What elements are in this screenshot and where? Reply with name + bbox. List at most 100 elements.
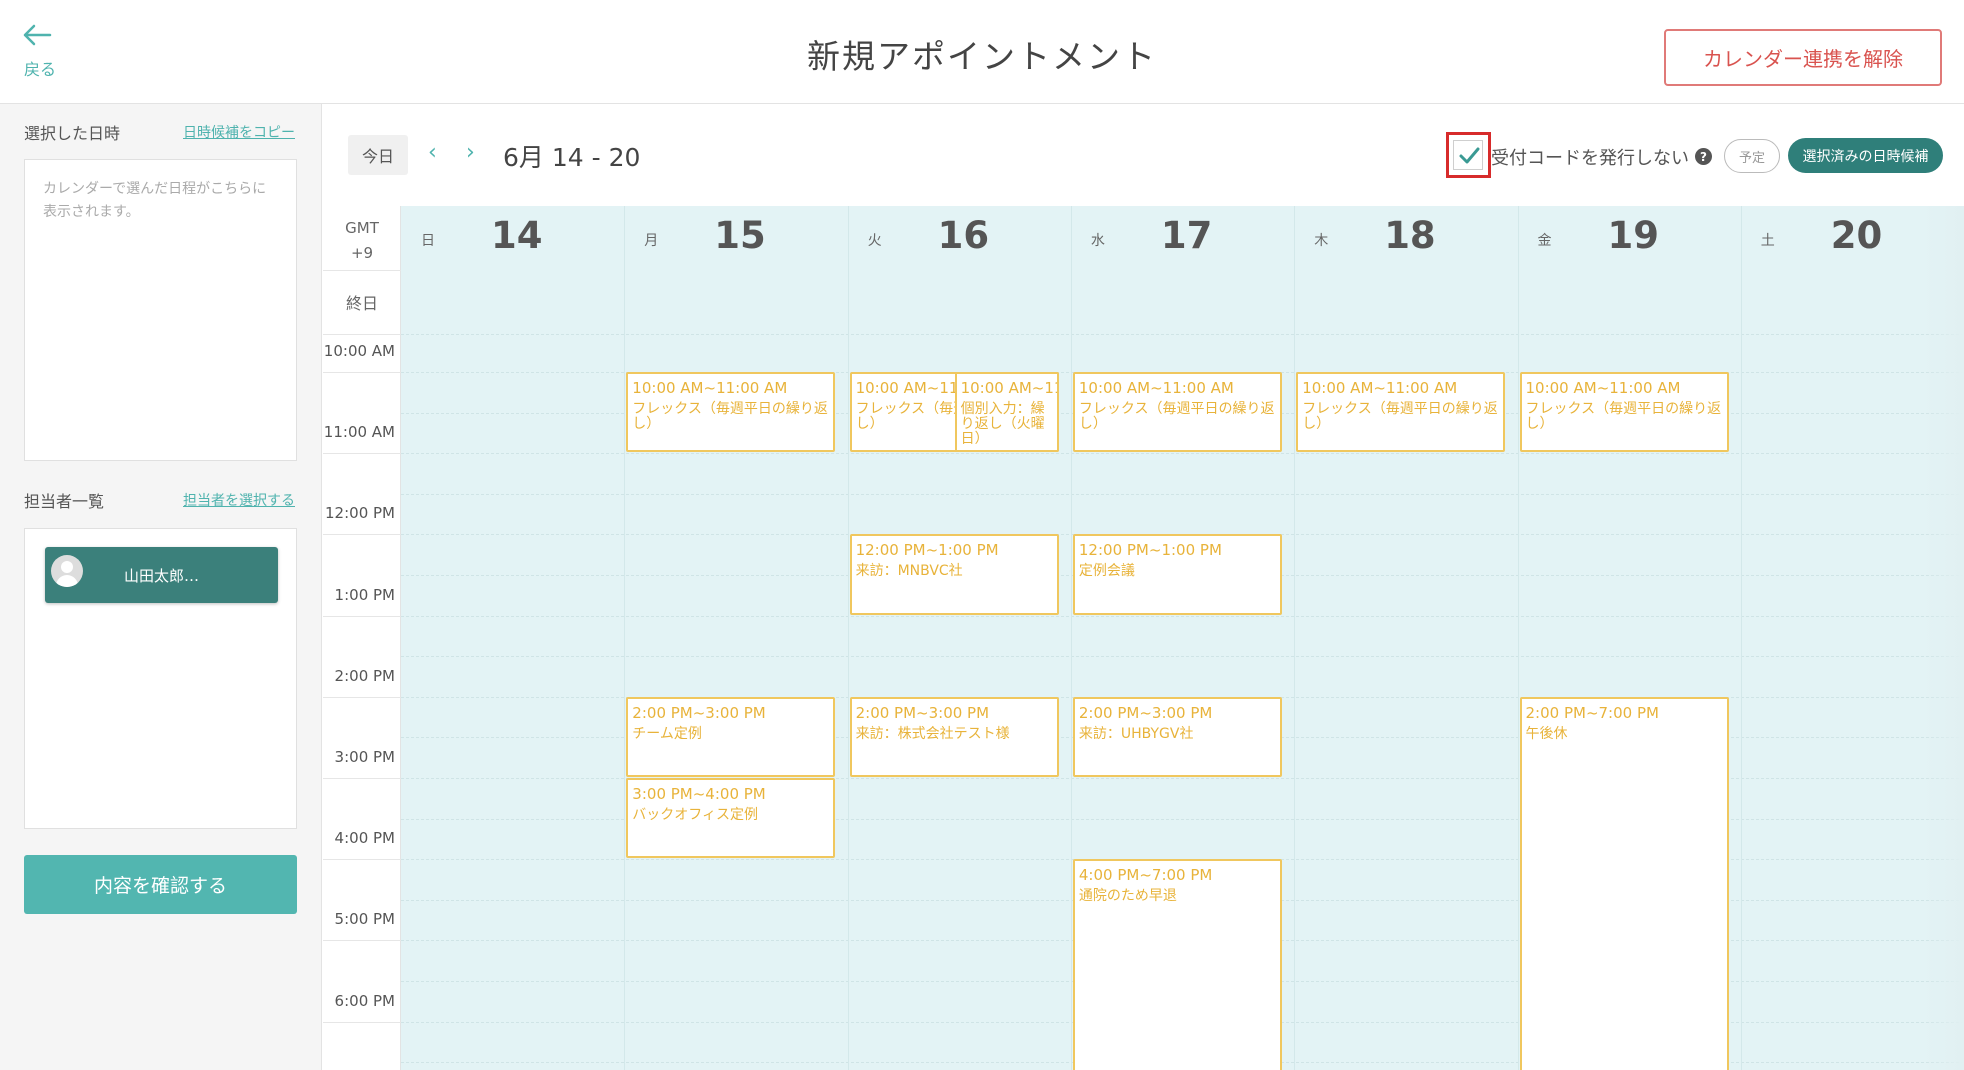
grid-line (401, 334, 1964, 335)
day-header[interactable]: 金 19 (1518, 206, 1741, 270)
day-number: 18 (1384, 214, 1436, 257)
day-number: 20 (1830, 214, 1883, 257)
staff-list-label: 担当者一覧 (24, 492, 105, 511)
event-time: 10:00 AM~11:00 AM (632, 379, 788, 397)
week-calendar[interactable]: GMT +9 終日 10:00 AM 11:00 AM 12:00 PM 1:00 P… (323, 206, 1964, 1070)
gutter-hour-line (323, 940, 401, 942)
gutter-divider (323, 334, 401, 335)
day-number: 19 (1607, 214, 1660, 257)
select-staff-link[interactable]: 担当者を選択する (183, 490, 295, 510)
allday-label: 終日 (345, 294, 378, 313)
calendar-event[interactable]: 12:00 PM~1:00 PM 定例会議 (1072, 534, 1282, 615)
arrow-left-icon (23, 24, 52, 46)
event-title: フレックス（毎週平日の繰り返し） (1302, 401, 1498, 432)
calendar-event[interactable]: 10:00 AM~11:00 AM フレックス（毎週平日の繰り返し） (626, 372, 836, 453)
day-of-week: 金 (1537, 233, 1552, 249)
event-title: フレックス（毎週平日の繰り返し） (632, 401, 828, 432)
day-header[interactable]: 月 15 (624, 206, 847, 270)
day-of-week: 土 (1760, 233, 1775, 249)
app-header: 戻る 新規アポイントメント カレンダー連携を解除 (0, 0, 1964, 104)
check-icon (1459, 147, 1480, 164)
next-week-button[interactable]: › (466, 138, 475, 168)
gutter-hour-line (323, 372, 401, 373)
day-header[interactable]: 水 17 (1071, 206, 1294, 270)
user-avatar-icon (51, 555, 83, 587)
event-time: 12:00 PM~1:00 PM (1078, 541, 1222, 560)
hour-label: 6:00 PM (334, 991, 395, 1010)
calendar-event[interactable]: 10:00 AM~11:00 AM フレックス（毎週平日の繰り返し） (1519, 372, 1729, 453)
calendar-event[interactable]: 2:00 PM~7:00 PM 午後休 (1519, 696, 1729, 1070)
event-title: 個別入力：繰り返し（火曜日） (960, 401, 1045, 447)
event-title: 来訪：株式会社テスト様 (855, 725, 1010, 742)
day-of-week: 月 (644, 233, 659, 249)
schedule-toggle-button[interactable]: 予定 (1724, 139, 1780, 173)
day-header[interactable]: 木 18 (1294, 206, 1517, 270)
today-button[interactable]: 今日 (348, 135, 408, 175)
day-of-week: 火 (867, 233, 882, 249)
calendar-event[interactable]: 10:00 AM~11:00 AM フレックス（毎週平日の繰り返し） (1072, 372, 1282, 453)
event-time: 10:00 AM~11:00 AM (1525, 379, 1681, 397)
hour-label: 2:00 PM (334, 666, 395, 685)
day-of-week: 水 (1090, 233, 1105, 249)
event-title: バックオフィス定例 (632, 807, 759, 823)
calendar-event[interactable]: 3:00 PM~4:00 PM バックオフィス定例 (626, 778, 836, 859)
day-column-divider (1070, 206, 1072, 1070)
grid-line (401, 615, 1964, 617)
day-header[interactable]: 火 16 (848, 206, 1071, 270)
scroll-edge (1923, 206, 1964, 1070)
back-label: 戻る (24, 60, 57, 79)
selected-candidates-button[interactable]: 選択済みの日時候補 (1788, 138, 1943, 173)
day-header[interactable]: 日 14 (401, 206, 624, 270)
gutter-hour-line (323, 453, 401, 455)
day-column-divider (847, 206, 849, 1070)
gutter-hour-line (323, 696, 401, 698)
hour-label: 12:00 PM (325, 504, 395, 523)
day-column-divider (1517, 206, 1519, 1070)
calendar-event[interactable]: 4:00 PM~7:00 PM 通院のため早退 (1072, 859, 1282, 1070)
hour-label: 5:00 PM (334, 910, 395, 929)
timezone-label: GMT +9 (345, 219, 379, 262)
staff-name: 山田太郎… (123, 566, 199, 585)
gutter-hour-line (323, 534, 401, 536)
event-time: 10:00 AM~11:00 AM (1302, 379, 1458, 397)
gutter-hour-line (323, 778, 401, 779)
no-reception-code-checkbox[interactable] (1453, 140, 1483, 170)
sidebar: 選択した日時 日時候補をコピー カレンダーで選んだ日程がこちらに表示されます。 … (0, 104, 322, 1070)
day-number: 17 (1160, 214, 1213, 257)
event-title: 定例会議 (1078, 563, 1135, 580)
calendar-event[interactable]: 10:00 AM~11:00 AM フレックス（毎週平日の繰り返し） (1296, 372, 1506, 453)
no-reception-code-label: 受付コードを発行しない (1491, 148, 1689, 169)
question-circle-icon[interactable]: ? (1695, 148, 1712, 165)
event-title: チーム定例 (632, 725, 702, 742)
staff-list-box: 山田太郎… (24, 528, 297, 829)
event-title: フレックス（毎週平日の繰り返し） (1525, 401, 1722, 432)
day-number: 14 (491, 214, 543, 257)
copy-candidates-link[interactable]: 日時候補をコピー (183, 122, 295, 142)
calendar-event[interactable]: 2:00 PM~3:00 PM 来訪：株式会社テスト様 (849, 696, 1059, 777)
event-time: 3:00 PM~4:00 PM (632, 785, 766, 803)
hour-label: 11:00 AM (323, 423, 395, 442)
calendar-event[interactable]: 2:00 PM~3:00 PM チーム定例 (626, 696, 836, 777)
hour-label: 1:00 PM (334, 585, 395, 604)
calendar-event[interactable]: 10:00 AM~11:00 AM 個別入力：繰り返し（火曜日） (954, 372, 1059, 453)
gutter-hour-line (323, 615, 401, 617)
grid-line (401, 493, 1964, 495)
day-number: 15 (714, 214, 766, 257)
staff-chip[interactable]: 山田太郎… (45, 547, 278, 603)
unlink-calendar-button[interactable]: カレンダー連携を解除 (1664, 29, 1942, 86)
event-time: 10:00 AM~11:00 AM (1078, 379, 1234, 397)
hour-label: 3:00 PM (334, 748, 395, 766)
date-range: 6月 14 - 20 (503, 143, 641, 172)
back-button[interactable]: 戻る (20, 20, 80, 80)
event-time: 2:00 PM~3:00 PM (1078, 703, 1213, 722)
day-number: 16 (937, 214, 990, 257)
calendar-event[interactable]: 12:00 PM~1:00 PM 来訪：MNBVC社 (849, 534, 1059, 615)
confirm-button[interactable]: 内容を確認する (24, 855, 297, 914)
calendar-event[interactable]: 2:00 PM~3:00 PM 来訪：UHBYGV社 (1072, 696, 1282, 777)
hour-label: 10:00 AM (323, 342, 395, 360)
day-of-week: 木 (1314, 233, 1329, 249)
event-title: 来訪：MNBVC社 (855, 563, 963, 580)
prev-week-button[interactable]: ‹ (428, 138, 437, 168)
grid-line (401, 453, 1964, 455)
event-title: 来訪：UHBYGV社 (1078, 725, 1194, 742)
